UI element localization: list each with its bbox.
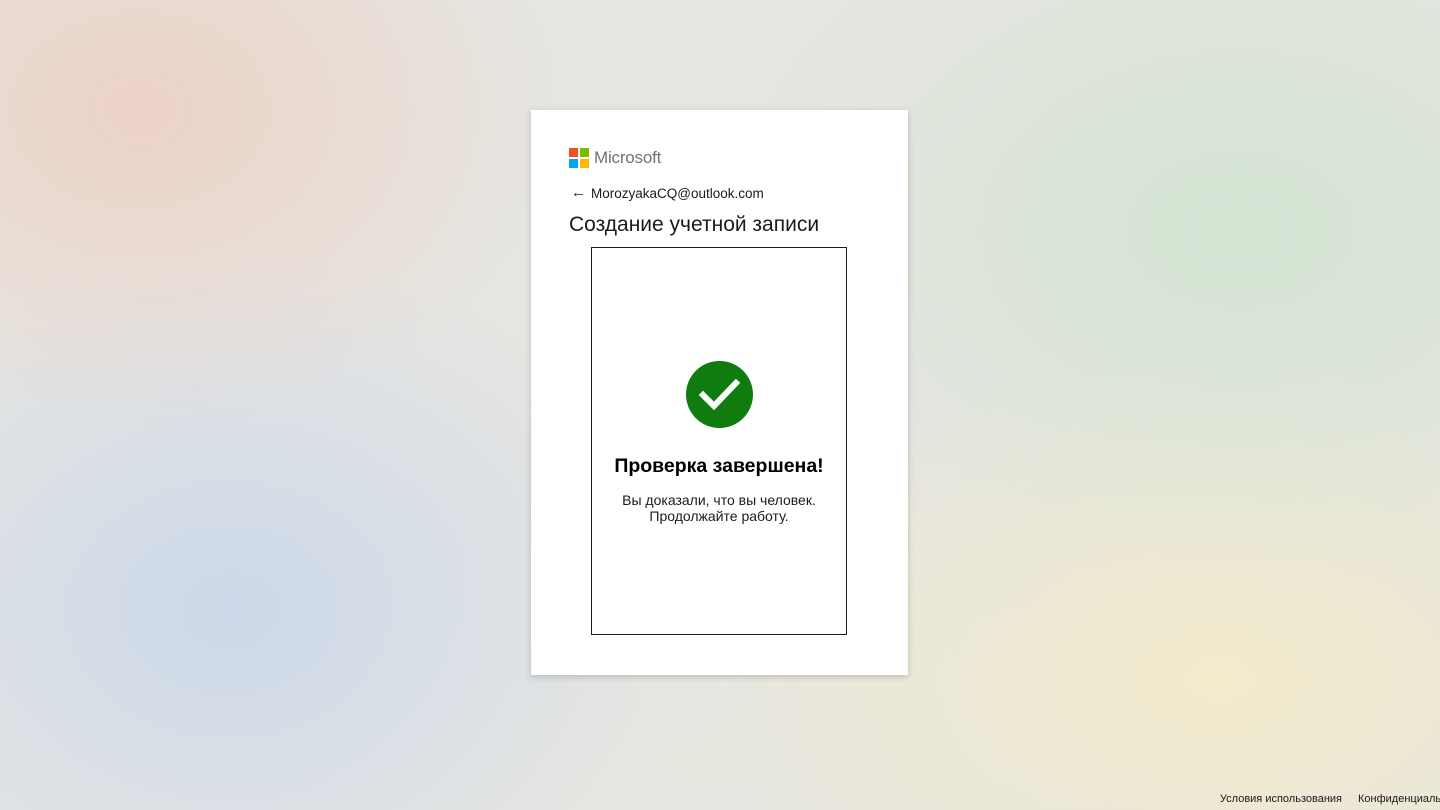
microsoft-logo-icon [569, 148, 589, 168]
arrow-left-icon[interactable]: ← [571, 185, 587, 201]
checkmark-icon [698, 378, 741, 411]
verification-message-line-2: Продолжайте работу. [649, 508, 789, 524]
privacy-link[interactable]: Конфиденциальн [1358, 793, 1440, 805]
identity-email: MorozyakaCQ@outlook.com [591, 185, 764, 201]
terms-of-use-link[interactable]: Условия использования [1220, 793, 1342, 805]
signin-card: Microsoft ← MorozyakaCQ@outlook.com Созд… [531, 110, 908, 675]
page-title: Создание учетной записи [569, 213, 820, 236]
identity-back-link[interactable]: ← MorozyakaCQ@outlook.com [571, 185, 764, 201]
microsoft-logo-text: Microsoft [594, 148, 662, 167]
microsoft-logo: Microsoft [569, 148, 661, 168]
verification-frame: Проверка завершена! Вы доказали, что вы … [591, 247, 847, 635]
verification-heading: Проверка завершена! [614, 455, 824, 477]
footer: Условия использования Конфиденциальн [1204, 793, 1440, 805]
checkmark-circle-icon [686, 361, 753, 428]
verification-message-line-1: Вы доказали, что вы человек. [622, 492, 816, 508]
